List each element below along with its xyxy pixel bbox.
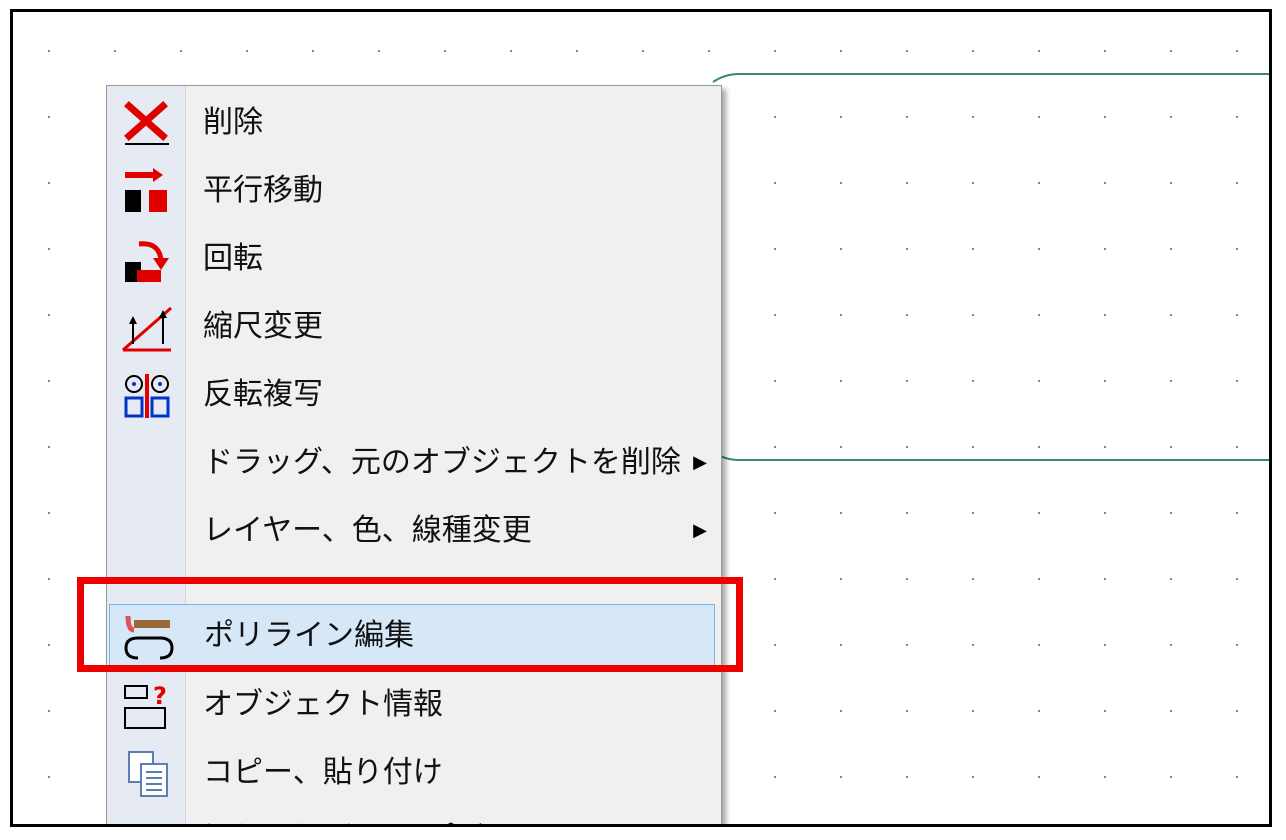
delete-x-icon [119, 100, 175, 148]
svg-text:?: ? [153, 682, 167, 710]
menu-item-label: 切り取り(クリップボードへ) [203, 808, 586, 824]
cut-icon [119, 816, 175, 824]
menu-item-label: 縮尺変更 [203, 309, 323, 344]
mirror-copy-icon [119, 372, 175, 420]
menu-item-copy-paste[interactable]: コピー、貼り付け [107, 742, 721, 804]
menu-item-label: オブジェクト情報 [203, 687, 443, 722]
menu-separator [189, 582, 717, 583]
scale-icon [119, 304, 175, 352]
submenu-arrow-icon: ▶ [693, 520, 707, 541]
context-menu: 削除 平行移動 回転 縮尺変更 反転複写 ドラッグ、元のオブジェクトを削除 ▶ … [106, 85, 722, 824]
polyline-edit-icon [120, 612, 176, 660]
menu-item-label: ドラッグ、元のオブジェクトを削除 [203, 445, 681, 480]
move-icon [119, 168, 175, 216]
menu-item-drag-delete-original[interactable]: ドラッグ、元のオブジェクトを削除 ▶ [107, 432, 721, 494]
menu-item-move[interactable]: 平行移動 [107, 160, 721, 222]
menu-item-polyline-edit[interactable]: ポリライン編集 [109, 604, 715, 666]
menu-item-label: ポリライン編集 [204, 618, 414, 653]
menu-item-label: コピー、貼り付け [203, 755, 443, 790]
object-info-icon: ? [119, 682, 175, 730]
menu-item-cut[interactable]: 切り取り(クリップボードへ) [107, 808, 721, 824]
menu-item-object-info[interactable]: ? オブジェクト情報 [107, 674, 721, 736]
menu-item-mirror-copy[interactable]: 反転複写 [107, 364, 721, 426]
rotate-icon [119, 236, 175, 284]
menu-item-scale[interactable]: 縮尺変更 [107, 296, 721, 358]
menu-item-label: レイヤー、色、線種変更 [203, 513, 532, 548]
submenu-arrow-icon: ▶ [693, 452, 707, 473]
menu-item-label: 平行移動 [203, 173, 323, 208]
menu-item-label: 回転 [203, 241, 263, 276]
copy-paste-icon [119, 750, 175, 798]
menu-item-layer-color-linetype[interactable]: レイヤー、色、線種変更 ▶ [107, 500, 721, 562]
menu-item-label: 反転複写 [203, 377, 323, 412]
menu-item-delete[interactable]: 削除 [107, 92, 721, 154]
menu-item-label: 削除 [203, 105, 263, 140]
menu-item-rotate[interactable]: 回転 [107, 228, 721, 290]
drawing-canvas[interactable]: 削除 平行移動 回転 縮尺変更 反転複写 ドラッグ、元のオブジェクトを削除 ▶ … [10, 9, 1272, 827]
